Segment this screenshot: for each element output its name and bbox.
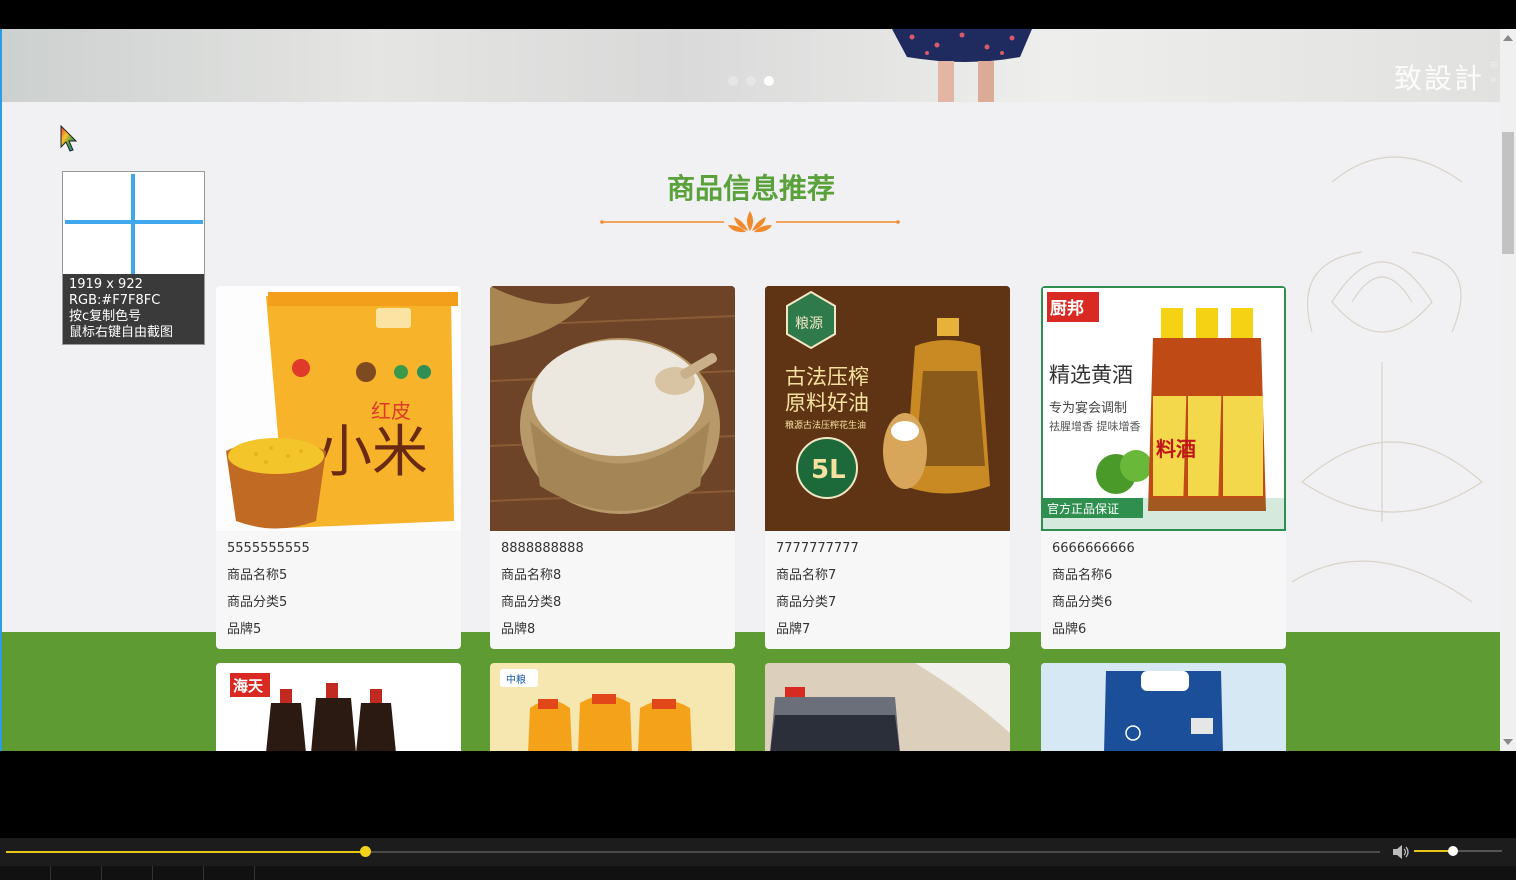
product-name[interactable]: 商品名称5 [227,562,450,589]
svg-text:祛腥增香 提味增香: 祛腥增香 提味增香 [1049,419,1141,433]
product-info: 5555555555 商品名称5 商品分类5 品牌5 [216,531,461,649]
svg-text:粮源: 粮源 [795,316,823,332]
product-image[interactable]: 红皮 小米 [216,286,461,531]
product-card-row2[interactable] [1041,663,1286,751]
player-segment[interactable] [153,866,204,880]
volume-track[interactable] [1414,846,1502,856]
product-code: 7777777777 [776,541,859,556]
product-card[interactable]: 8888888888 商品名称8 商品分类8 品牌8 [490,286,735,649]
picker-hint-screenshot: 鼠标右键自由截图 [69,325,174,340]
browser-viewport: 致設計 申 w 商品信息推荐 红皮 小米 5555555555 商品名称5 商品… [2,29,1500,751]
product-brand: 品牌6 [1052,622,1087,637]
scroll-down-arrow[interactable] [1503,739,1513,745]
slider-dot-active[interactable] [764,76,774,86]
volume-fill [1414,850,1453,852]
product-image[interactable] [490,286,735,531]
color-picker-overlay: 1919 x 922 RGB:#F7F8FC 按c复制色号 鼠标右键自由截图 [62,171,205,345]
progress-track[interactable] [6,846,1380,857]
slider-dot[interactable] [746,76,756,86]
product-card[interactable]: 粮源 古法压榨 原料好油 粮源古法压榨花生油 5L 7777777777 商品名… [765,286,1010,649]
player-segment[interactable] [204,866,255,880]
hero-banner[interactable]: 致設計 申 w [2,29,1500,102]
player-segment[interactable] [0,866,51,880]
picker-size: 1919 x 922 [69,277,143,292]
svg-text:小米: 小米 [316,420,428,485]
product-info: 8888888888 商品名称8 商品分类8 品牌8 [490,531,735,649]
slider-dot[interactable] [728,76,738,86]
banner-watermark-small: 申 w [1490,61,1498,84]
player-segment[interactable] [102,866,153,880]
volume-knob[interactable] [1447,846,1458,856]
player-segment[interactable] [51,866,102,880]
progress-fill [6,851,365,853]
picker-hint-copy: 按c复制色号 [69,309,142,324]
svg-text:粮源古法压榨花生油: 粮源古法压榨花生油 [785,419,866,431]
product-image[interactable]: 厨邦 精选黄酒 专为宴会调制 祛腥增香 提味增香 料酒 官方正品保证 [1041,286,1286,531]
slider-dots [728,76,774,86]
product-category: 商品分类8 [501,595,562,610]
page-scrollbar[interactable] [1500,29,1516,751]
svg-text:5L: 5L [811,455,846,485]
product-card[interactable]: 红皮 小米 5555555555 商品名称5 商品分类5 品牌5 [216,286,461,649]
product-category: 商品分类5 [227,595,288,610]
scroll-up-arrow[interactable] [1503,35,1513,41]
svg-text:官方正品保证: 官方正品保证 [1047,501,1119,516]
section-title: 商品信息推荐 [666,172,835,205]
svg-text:中粮: 中粮 [506,673,526,686]
product-name[interactable]: 商品名称8 [501,562,724,589]
crosshair-vertical [131,174,135,274]
picker-color: RGB:#F7F8FC [69,293,161,308]
product-card-row2[interactable]: 海天 [216,663,461,751]
progress-knob[interactable] [359,846,371,857]
product-info: 7777777777 商品名称7 商品分类7 品牌7 [765,531,1010,649]
title-ornament [600,211,900,233]
product-name[interactable]: 商品名称6 [1052,562,1275,589]
lotus-icon [728,211,772,233]
cursor-icon [60,125,78,152]
product-image[interactable]: 粮源 古法压榨 原料好油 粮源古法压榨花生油 5L [765,286,1010,531]
svg-text:精选黄酒: 精选黄酒 [1049,363,1133,387]
product-code: 8888888888 [501,541,584,556]
product-category: 商品分类7 [776,595,837,610]
product-card-row2[interactable]: 中粮 [490,663,735,751]
volume-icon[interactable] [1391,843,1411,861]
svg-text:古法压榨: 古法压榨 [785,365,869,389]
product-code: 5555555555 [227,541,310,556]
banner-watermark: 致設計 [1394,62,1485,95]
svg-text:专为宴会调制: 专为宴会调制 [1049,400,1127,416]
svg-text:海天: 海天 [233,677,264,695]
scrollbar-thumb[interactable] [1502,132,1514,254]
svg-text:料酒: 料酒 [1156,437,1196,461]
product-brand: 品牌8 [501,622,536,637]
product-card-row2[interactable] [765,663,1010,751]
product-name[interactable]: 商品名称7 [776,562,999,589]
top-black-bar [0,0,1516,29]
product-category: 商品分类6 [1052,595,1113,610]
product-info: 6666666666 商品名称6 商品分类6 品牌6 [1041,531,1286,649]
product-code: 6666666666 [1052,541,1135,556]
svg-text:原料好油: 原料好油 [785,391,869,415]
product-brand: 品牌7 [776,622,811,637]
product-brand: 品牌5 [227,622,262,637]
banner-figure [892,29,1032,102]
svg-text:厨邦: 厨邦 [1050,298,1084,319]
picker-info: 1919 x 922 RGB:#F7F8FC 按c复制色号 鼠标右键自由截图 [63,274,204,344]
product-card[interactable]: 厨邦 精选黄酒 专为宴会调制 祛腥增香 提味增香 料酒 官方正品保证 66666… [1041,286,1286,649]
